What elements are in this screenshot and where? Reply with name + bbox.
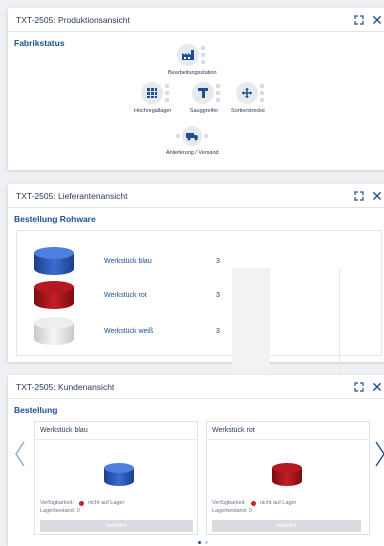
expand-icon[interactable] [354, 382, 364, 392]
order-button[interactable]: bestellen [212, 520, 361, 532]
stock: Lagerbestand: 0 [40, 508, 80, 514]
customer-panel-header: TXT-2505: Kundenansicht ✕ [8, 375, 384, 399]
station-label: Sortierstrecke [231, 108, 265, 114]
station-processing[interactable]: Bearbeitungsstation [168, 44, 217, 76]
item-qty: 3 [216, 292, 220, 299]
workpiece-white-icon [34, 317, 74, 345]
warehouse-icon [140, 82, 163, 104]
product-card: Werkstück blau Verfügbarkeit: nicht auf … [34, 421, 198, 535]
item-label: Werkstück blau [104, 258, 152, 265]
section-title: Bestellung Rohware [14, 214, 96, 224]
workpiece-blue-icon [104, 463, 134, 486]
status-dot [250, 500, 256, 506]
factory-icon [177, 44, 200, 66]
customer-panel-title: TXT-2505: Kundenansicht [16, 381, 115, 392]
chevron-left-icon[interactable] [14, 440, 26, 468]
workpiece-red-icon [34, 281, 74, 309]
station-suction[interactable]: Sauggreifer [186, 82, 222, 114]
item-qty: 3 [216, 258, 220, 265]
workpiece-red-icon [272, 463, 302, 486]
availability: Verfügbarkeit: nicht auf Lager [40, 500, 125, 506]
supplier-panel: TXT-2505: Lieferantenansicht ✕ Bestellun… [8, 184, 384, 388]
close-icon[interactable]: ✕ [370, 12, 384, 28]
list-item[interactable] [32, 316, 76, 346]
station-sorting[interactable]: Sortierstrecke [230, 82, 266, 114]
item-label: Werkstück weiß [104, 328, 154, 335]
stock: Lagerbestand: 0 [212, 508, 252, 514]
station-label: Sauggreifer [189, 108, 219, 114]
station-delivery[interactable]: Anlieferung / Versand [166, 126, 219, 156]
supplier-panel-title: TXT-2505: Lieferantenansicht [16, 190, 128, 201]
truck-icon [182, 126, 203, 146]
station-high-bay[interactable]: Hochregallager [134, 82, 171, 114]
pager-dot-active[interactable] [198, 541, 201, 544]
close-icon[interactable]: ✕ [370, 188, 384, 204]
workpiece-blue-icon [34, 247, 74, 275]
pager-dot[interactable] [205, 541, 208, 544]
card-title: Werkstück blau [40, 427, 88, 434]
section-title: Bestellung [14, 405, 58, 415]
station-label: Hochregallager [134, 108, 172, 114]
pager [198, 541, 208, 544]
expand-icon[interactable] [354, 15, 364, 25]
table-divider [339, 268, 340, 388]
station-label: Bearbeitungsstation [168, 70, 217, 76]
availability: Verfügbarkeit: nicht auf Lager [212, 500, 297, 506]
list-item[interactable] [32, 246, 76, 276]
sorting-icon [236, 82, 258, 104]
item-qty: 3 [216, 328, 220, 335]
production-panel-header: TXT-2505: Produktionsansicht ✕ [8, 8, 384, 32]
chevron-right-icon[interactable] [374, 440, 384, 468]
gripper-icon [192, 82, 214, 104]
item-label: Werkstück rot [104, 292, 147, 299]
production-panel-title: TXT-2505: Produktionsansicht [16, 14, 130, 25]
product-card: Werkstück rot Verfügbarkeit: nicht auf L… [206, 421, 370, 535]
station-label: Anlieferung / Versand [166, 150, 219, 156]
list-item[interactable] [32, 280, 76, 310]
close-icon[interactable]: ✕ [370, 379, 384, 395]
order-button[interactable]: bestellen [40, 520, 193, 532]
expand-icon[interactable] [354, 191, 364, 201]
table-column-empty [232, 268, 270, 388]
card-title: Werkstück rot [212, 427, 255, 434]
customer-panel: TXT-2505: Kundenansicht ✕ Bestellung Wer… [8, 375, 384, 546]
production-panel: TXT-2505: Produktionsansicht ✕ Fabriksta… [8, 8, 384, 170]
supplier-panel-header: TXT-2505: Lieferantenansicht ✕ [8, 184, 384, 208]
status-dot [78, 500, 84, 506]
